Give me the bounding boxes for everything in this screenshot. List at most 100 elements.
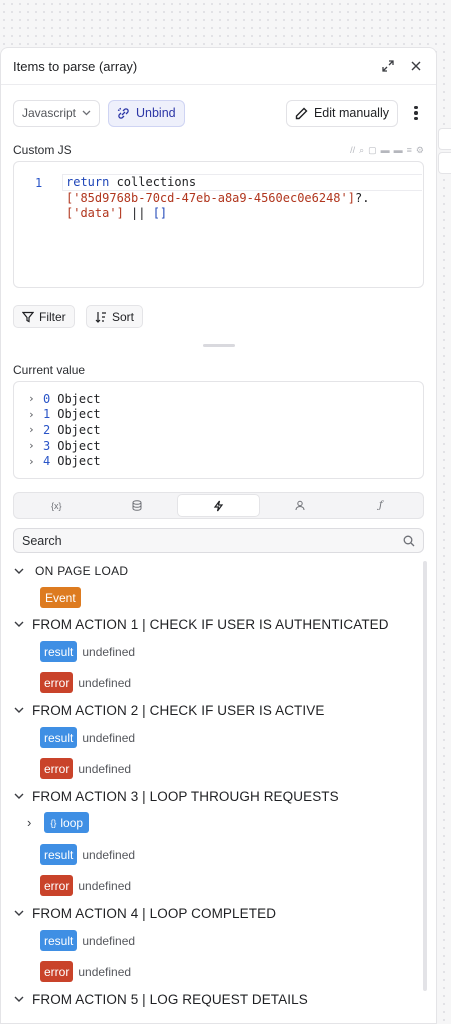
loop-label: loop (60, 815, 84, 830)
search-icon (403, 535, 415, 546)
user-icon (295, 500, 305, 511)
chevron-right-icon: › (28, 407, 35, 421)
code-text: || (123, 206, 153, 220)
value-row[interactable]: › 0 Object (28, 391, 423, 407)
tree-entry-error[interactable]: error undefined (40, 758, 131, 779)
chevron-down-icon (13, 793, 25, 800)
tree-entry-error[interactable]: error undefined (40, 672, 131, 693)
filter-button[interactable]: Filter (13, 305, 75, 328)
sort-label: Sort (112, 309, 135, 324)
resize-handle[interactable] (203, 344, 235, 347)
line-number: 1 (35, 176, 43, 190)
result-badge: result (40, 641, 78, 662)
data-source-tabs: {x} ƒ (13, 492, 424, 519)
sort-icon (95, 311, 106, 323)
language-select[interactable]: Javascript (13, 99, 100, 127)
chevron-down-icon (82, 110, 91, 116)
tree-entry-loop[interactable]: › {} loop (27, 812, 90, 833)
value-index: 1 (43, 407, 51, 422)
close-icon[interactable] (408, 58, 424, 74)
section-action-4[interactable]: FROM ACTION 4 | LOOP COMPLETED (13, 906, 424, 921)
search-field[interactable]: Search (13, 528, 424, 553)
folder-icon[interactable]: ▬ (394, 145, 403, 156)
value-row[interactable]: › 1 Object (28, 407, 423, 423)
chevron-right-icon: › (28, 454, 35, 468)
unbind-button[interactable]: Unbind (108, 99, 185, 127)
section-action-3[interactable]: FROM ACTION 3 | LOOP THROUGH REQUESTS (13, 789, 424, 804)
entry-value: undefined (78, 761, 132, 776)
more-options-icon[interactable] (408, 105, 424, 121)
section-action-5[interactable]: FROM ACTION 5 | LOG REQUEST DETAILS (13, 992, 424, 1007)
code-keyword: return (66, 175, 110, 189)
tab-functions[interactable]: ƒ (340, 494, 421, 517)
value-row[interactable]: › 2 Object (28, 422, 423, 438)
tree-entry-event[interactable]: Event (40, 587, 81, 608)
custom-js-label: Custom JS (13, 143, 72, 157)
chevron-right-icon: › (28, 392, 35, 406)
edit-manually-button[interactable]: Edit manually (285, 99, 398, 127)
pencil-icon (295, 107, 308, 119)
chevron-right-icon: › (28, 439, 35, 453)
code-text: ?. (354, 190, 370, 205)
folder-icon[interactable]: ▬ (381, 145, 390, 156)
tree-entry-result[interactable]: result undefined (40, 844, 135, 865)
section-action-2[interactable]: FROM ACTION 2 | CHECK IF USER IS ACTIVE (13, 703, 424, 718)
section-on-page-load[interactable]: ON PAGE LOAD (13, 564, 424, 578)
tab-user[interactable] (260, 494, 341, 517)
tree-entry-error[interactable]: error undefined (40, 875, 131, 896)
search-placeholder: Search (22, 533, 62, 548)
tab-variables[interactable]: {x} (16, 494, 97, 517)
tree-entry-error[interactable]: error undefined (40, 961, 131, 982)
expand-icon[interactable] (380, 58, 396, 74)
unlink-icon (117, 107, 129, 119)
chevron-down-icon (13, 996, 25, 1003)
error-badge: error (40, 758, 74, 779)
entry-value: undefined (82, 847, 136, 862)
value-index: 4 (43, 454, 51, 469)
value-type: Object (57, 454, 101, 469)
chevron-down-icon (13, 910, 25, 917)
sort-button[interactable]: Sort (86, 305, 144, 328)
unbind-label: Unbind (136, 106, 176, 120)
search-icon[interactable]: ⌕ (359, 145, 364, 156)
tab-actions[interactable] (177, 494, 260, 517)
language-select-value: Javascript (22, 106, 77, 120)
result-badge: result (40, 727, 78, 748)
tree-entry-result[interactable]: result undefined (40, 727, 135, 748)
value-type: Object (57, 391, 101, 406)
code-string: ['data'] (66, 206, 124, 220)
panel-header: Items to parse (array) (1, 48, 436, 85)
chevron-down-icon (13, 621, 25, 628)
edit-manually-label: Edit manually (313, 106, 389, 120)
value-row[interactable]: › 3 Object (28, 438, 423, 454)
error-badge: error (40, 961, 74, 982)
value-row[interactable]: › 4 Object (28, 453, 423, 469)
chevron-down-icon (13, 568, 25, 575)
tree-entry-result[interactable]: result undefined (40, 641, 135, 662)
settings-icon[interactable]: ⚙ (416, 145, 424, 156)
format-icon[interactable]: ≡ (407, 145, 412, 156)
tab-database[interactable] (97, 494, 178, 517)
tree-entry-result[interactable]: result undefined (40, 930, 135, 951)
function-icon: ƒ (378, 500, 383, 511)
error-badge: error (40, 875, 74, 896)
loop-badge: {} loop (44, 812, 90, 833)
value-type: Object (57, 422, 101, 437)
entry-value: undefined (82, 644, 136, 659)
background-panel-edge (438, 152, 451, 174)
section-title: ON PAGE LOAD (35, 564, 129, 578)
code-text: collections (109, 175, 197, 189)
code-editor[interactable]: 1 return collections ['85d9768b-70cd-47e… (13, 161, 424, 288)
section-title: FROM ACTION 4 | LOOP COMPLETED (32, 906, 277, 921)
section-action-1[interactable]: FROM ACTION 1 | CHECK IF USER IS AUTHENT… (13, 617, 424, 632)
copy-icon[interactable]: ▢ (368, 145, 377, 156)
comment-icon[interactable]: // (350, 145, 355, 156)
value-type: Object (57, 438, 101, 453)
entry-value: undefined (82, 933, 136, 948)
entry-value: undefined (78, 964, 132, 979)
code-string: ['85d9768b-70cd-47eb-a8a9-4560ec0e6248'] (66, 190, 355, 205)
filter-label: Filter (39, 309, 66, 324)
result-badge: result (40, 844, 78, 865)
current-value-label: Current value (13, 363, 86, 377)
code-content[interactable]: return collections ['85d9768b-70cd-47eb-… (66, 175, 369, 222)
